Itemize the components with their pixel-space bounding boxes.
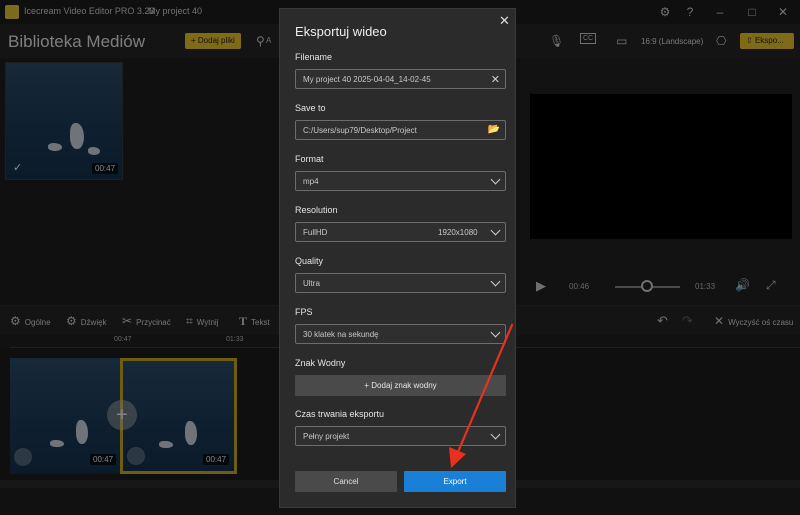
cancel-button[interactable]: Cancel [295,471,397,492]
filename-field[interactable]: My project 40 2025-04-04_14-02-45 ✕ [295,69,506,89]
resolution-detail: 1920x1080 [438,228,478,237]
chevron-down-icon [490,174,501,185]
chevron-down-icon [490,276,501,287]
add-watermark-label: Dodaj znak wodny [371,381,437,390]
dialog-close-icon[interactable]: ✕ [499,13,510,29]
chevron-down-icon [490,429,501,440]
format-select[interactable]: mp4 [295,171,506,191]
export-duration-select[interactable]: Pełny projekt [295,426,506,446]
filename-label: Filename [295,52,333,62]
export-button[interactable]: Export [404,471,506,492]
watermark-label: Znak Wodny [295,358,346,368]
chevron-down-icon [490,327,501,338]
save-to-value: C:/Users/sup79/Desktop/Project [303,126,417,135]
chevron-down-icon [490,225,501,236]
quality-value: Ultra [303,279,320,288]
folder-icon[interactable]: 📂 [488,124,500,135]
quality-label: Quality [295,256,324,266]
resolution-label: Resolution [295,205,338,215]
format-value: mp4 [303,177,319,186]
filename-value: My project 40 2025-04-04_14-02-45 [303,75,431,84]
clear-icon[interactable]: ✕ [491,73,500,86]
quality-select[interactable]: Ultra [295,273,506,293]
dialog-title: Eksportuj wideo [295,24,387,39]
resolution-value: FullHD [303,228,328,237]
fps-select[interactable]: 30 klatek na sekundę [295,324,506,344]
add-watermark-button[interactable]: + Dodaj znak wodny [295,375,506,396]
save-to-field[interactable]: C:/Users/sup79/Desktop/Project 📂 [295,120,506,140]
fps-label: FPS [295,307,313,317]
save-to-label: Save to [295,103,326,113]
export-duration-label: Czas trwania eksportu [295,409,385,419]
export-dialog: Eksportuj wideo ✕ Filename My project 40… [279,8,516,508]
resolution-select[interactable]: FullHD 1920x1080 [295,222,506,242]
fps-value: 30 klatek na sekundę [303,330,379,339]
export-duration-value: Pełny projekt [303,432,350,441]
format-label: Format [295,154,324,164]
